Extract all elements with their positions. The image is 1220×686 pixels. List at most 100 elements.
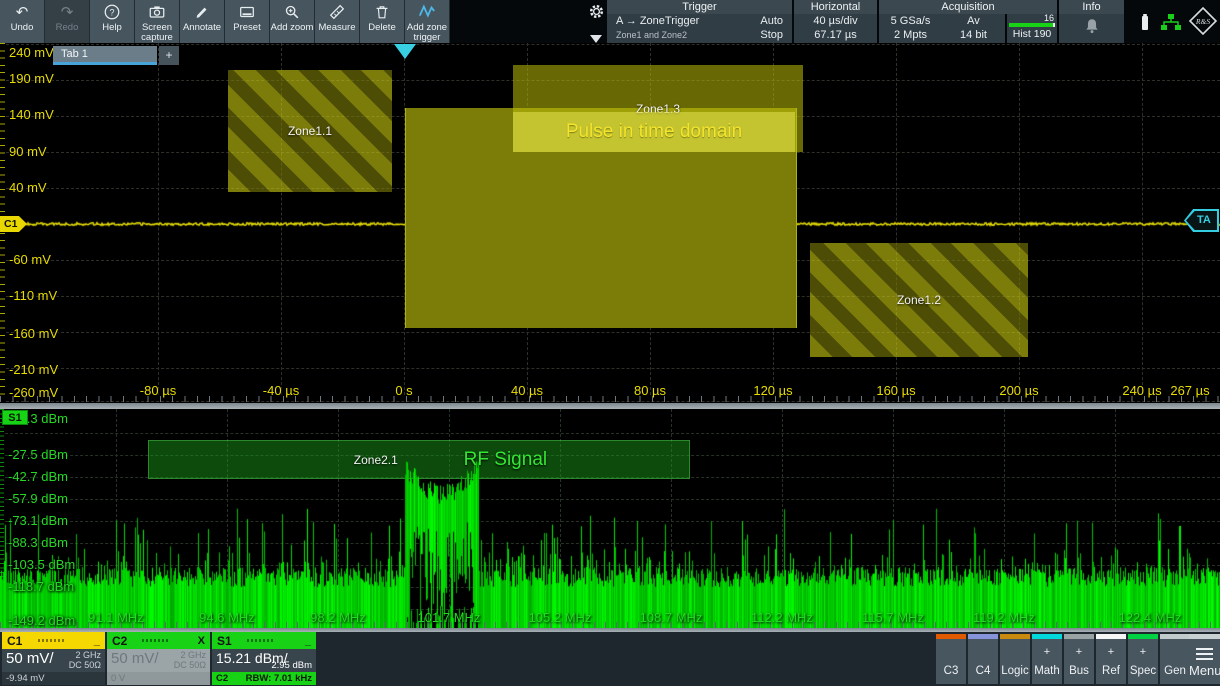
grid-line-vertical <box>158 43 159 395</box>
c1-coupling: DC 50Ω <box>69 660 101 670</box>
delete-button[interactable]: Delete <box>360 0 405 43</box>
x-axis-label: 119.2 MHz <box>962 610 1046 625</box>
spec-button[interactable]: + Spec <box>1128 634 1158 684</box>
grid-line-vertical <box>893 409 894 622</box>
c1-signal-badge[interactable]: C1 _ 50 mV/ 2 GHz DC 50Ω -9.94 mV <box>2 632 105 686</box>
s1-signal-badge[interactable]: S1 _ 15.21 dBm/ 2.95 dBm C2 RBW: 7.01 kH… <box>212 632 316 686</box>
math-button[interactable]: + Math <box>1032 634 1062 684</box>
time-minor-ticks <box>0 396 1220 402</box>
bus-button[interactable]: + Bus <box>1064 634 1094 684</box>
redo-button[interactable]: ↷ Redo <box>45 0 90 43</box>
magnifier-icon <box>283 2 301 22</box>
spectrum-graticule[interactable]: Zone2.1 RF Signal -12.3 dBm-27.5 dBm-42.… <box>0 409 1220 628</box>
time-domain-graticule[interactable]: Zone1.1Zone1.3Zone1.2Pulse in time domai… <box>0 43 1220 403</box>
s1-spectrum-badge[interactable]: S1 <box>2 410 28 425</box>
x-axis-label: 98.2 MHz <box>296 610 380 625</box>
c1-channel-marker[interactable]: C1 <box>0 216 27 232</box>
minimize-icon[interactable]: _ <box>305 635 311 647</box>
trigger-panel-title: Trigger <box>607 0 792 14</box>
c1-bandwidth: 2 GHz <box>75 650 101 660</box>
camera-icon <box>148 2 166 22</box>
gear-icon[interactable] <box>588 3 605 25</box>
zone-label: Zone1.1 <box>288 124 332 138</box>
trigger-mode: Auto <box>760 14 783 28</box>
trigger-panel[interactable]: Trigger A → ZoneTrigger Auto Zone1 and Z… <box>607 0 792 43</box>
c4-button[interactable]: C4 <box>968 634 998 684</box>
drag-grip-icon[interactable] <box>38 639 64 642</box>
zone-zone2-1[interactable]: Zone2.1 RF Signal <box>148 440 690 479</box>
grid-line-horizontal <box>5 587 1220 588</box>
help-label: Help <box>102 23 122 33</box>
add-tab-button[interactable]: + <box>159 46 179 65</box>
zone-zone1-1[interactable]: Zone1.1 <box>228 70 392 192</box>
minimize-icon[interactable]: _ <box>94 635 100 647</box>
zone-trigger-icon <box>417 2 437 22</box>
y-axis-label: -103.5 dBm <box>8 557 75 572</box>
y-axis-label: -57.9 dBm <box>8 491 68 506</box>
c3-button[interactable]: C3 <box>936 634 966 684</box>
drag-grip-icon[interactable] <box>247 639 273 642</box>
menu-color-strip <box>1189 634 1220 639</box>
redo-label: Redo <box>56 23 79 33</box>
add-zoom-button[interactable]: Add zoom <box>270 0 315 43</box>
spec-color-strip <box>1128 634 1158 639</box>
zone-zone1-2[interactable]: Zone1.2 <box>810 243 1028 357</box>
trigger-source: A → ZoneTrigger <box>616 14 699 28</box>
ref-button[interactable]: + Ref <box>1096 634 1126 684</box>
y-axis-label: 190 mV <box>9 71 54 86</box>
network-icon <box>1159 13 1183 38</box>
tab-1[interactable]: Tab 1 <box>53 46 157 65</box>
c2-scale: 50 mV/ <box>111 650 159 672</box>
horizontal-scale: 40 µs/div <box>794 14 877 28</box>
signal-bar: C1 _ 50 mV/ 2 GHz DC 50Ω -9.94 mV C2 X 5… <box>0 632 1220 686</box>
logic-button[interactable]: Logic <box>1000 634 1030 684</box>
svg-text:R&S: R&S <box>1195 17 1210 26</box>
preset-label: Preset <box>233 23 260 33</box>
rohde-schwarz-logo: R&S <box>1188 6 1218 41</box>
c2-offset: 0 V <box>107 672 210 685</box>
trigger-level-flag[interactable]: TA <box>1184 209 1219 232</box>
trash-icon <box>373 2 391 22</box>
trigger-position-marker[interactable] <box>394 44 416 59</box>
annotate-button[interactable]: Annotate <box>180 0 225 43</box>
drag-grip-icon[interactable] <box>142 639 168 642</box>
c2-bandwidth: 2 GHz <box>180 650 206 660</box>
gen-color-strip <box>1160 634 1190 639</box>
grid-line-vertical <box>1004 409 1005 622</box>
close-icon[interactable]: X <box>198 635 205 647</box>
hamburger-menu-icon <box>1196 648 1213 663</box>
rf-signal-annotation: RF Signal <box>464 449 547 471</box>
c3-color-strip <box>936 634 966 639</box>
screen-capture-button[interactable]: Screen capture <box>135 0 180 43</box>
c2-badge-name: C2 <box>112 634 127 648</box>
c2-signal-badge[interactable]: C2 X 50 mV/ 2 GHz DC 50Ω 0 V <box>107 632 210 686</box>
preset-button[interactable]: Preset <box>225 0 270 43</box>
history-block[interactable]: 16 Hist 190 <box>1007 14 1057 43</box>
gen-button[interactable]: Gen <box>1160 634 1190 684</box>
math-color-strip <box>1032 634 1062 639</box>
svg-text:?: ? <box>109 8 114 18</box>
info-panel[interactable]: Info <box>1059 0 1124 43</box>
measure-button[interactable]: Measure <box>315 0 360 43</box>
y-axis-label: 40 mV <box>9 180 47 195</box>
x-axis-label: 101.7 MHz <box>407 610 491 625</box>
x-axis-label: 122.4 MHz <box>1108 610 1192 625</box>
notification-bell-icon[interactable] <box>1059 16 1124 41</box>
y-axis-label: 140 mV <box>9 107 54 122</box>
y-axis-label: -42.7 dBm <box>8 469 68 484</box>
bus-label: Bus <box>1064 665 1094 677</box>
menu-button[interactable]: Menu <box>1189 634 1220 684</box>
grid-line-horizontal <box>5 521 1220 522</box>
acquisition-sample-rate: 5 GSa/s <box>879 14 942 28</box>
add-zone-trigger-button[interactable]: Add zone trigger <box>405 0 450 43</box>
undo-button[interactable]: ↶ Undo <box>0 0 45 43</box>
info-panel-title: Info <box>1059 0 1124 14</box>
tab-bar: Tab 1 + <box>53 46 179 65</box>
x-axis-label: 108.7 MHz <box>629 610 713 625</box>
zone-label: Zone2.1 <box>354 453 398 467</box>
help-button[interactable]: ? Help <box>90 0 135 43</box>
plus-icon: + <box>1032 646 1062 658</box>
x-axis-label: 91.1 MHz <box>74 610 158 625</box>
grid-line-horizontal <box>5 433 1220 434</box>
horizontal-panel[interactable]: Horizontal 40 µs/div 67.17 µs <box>794 0 877 43</box>
